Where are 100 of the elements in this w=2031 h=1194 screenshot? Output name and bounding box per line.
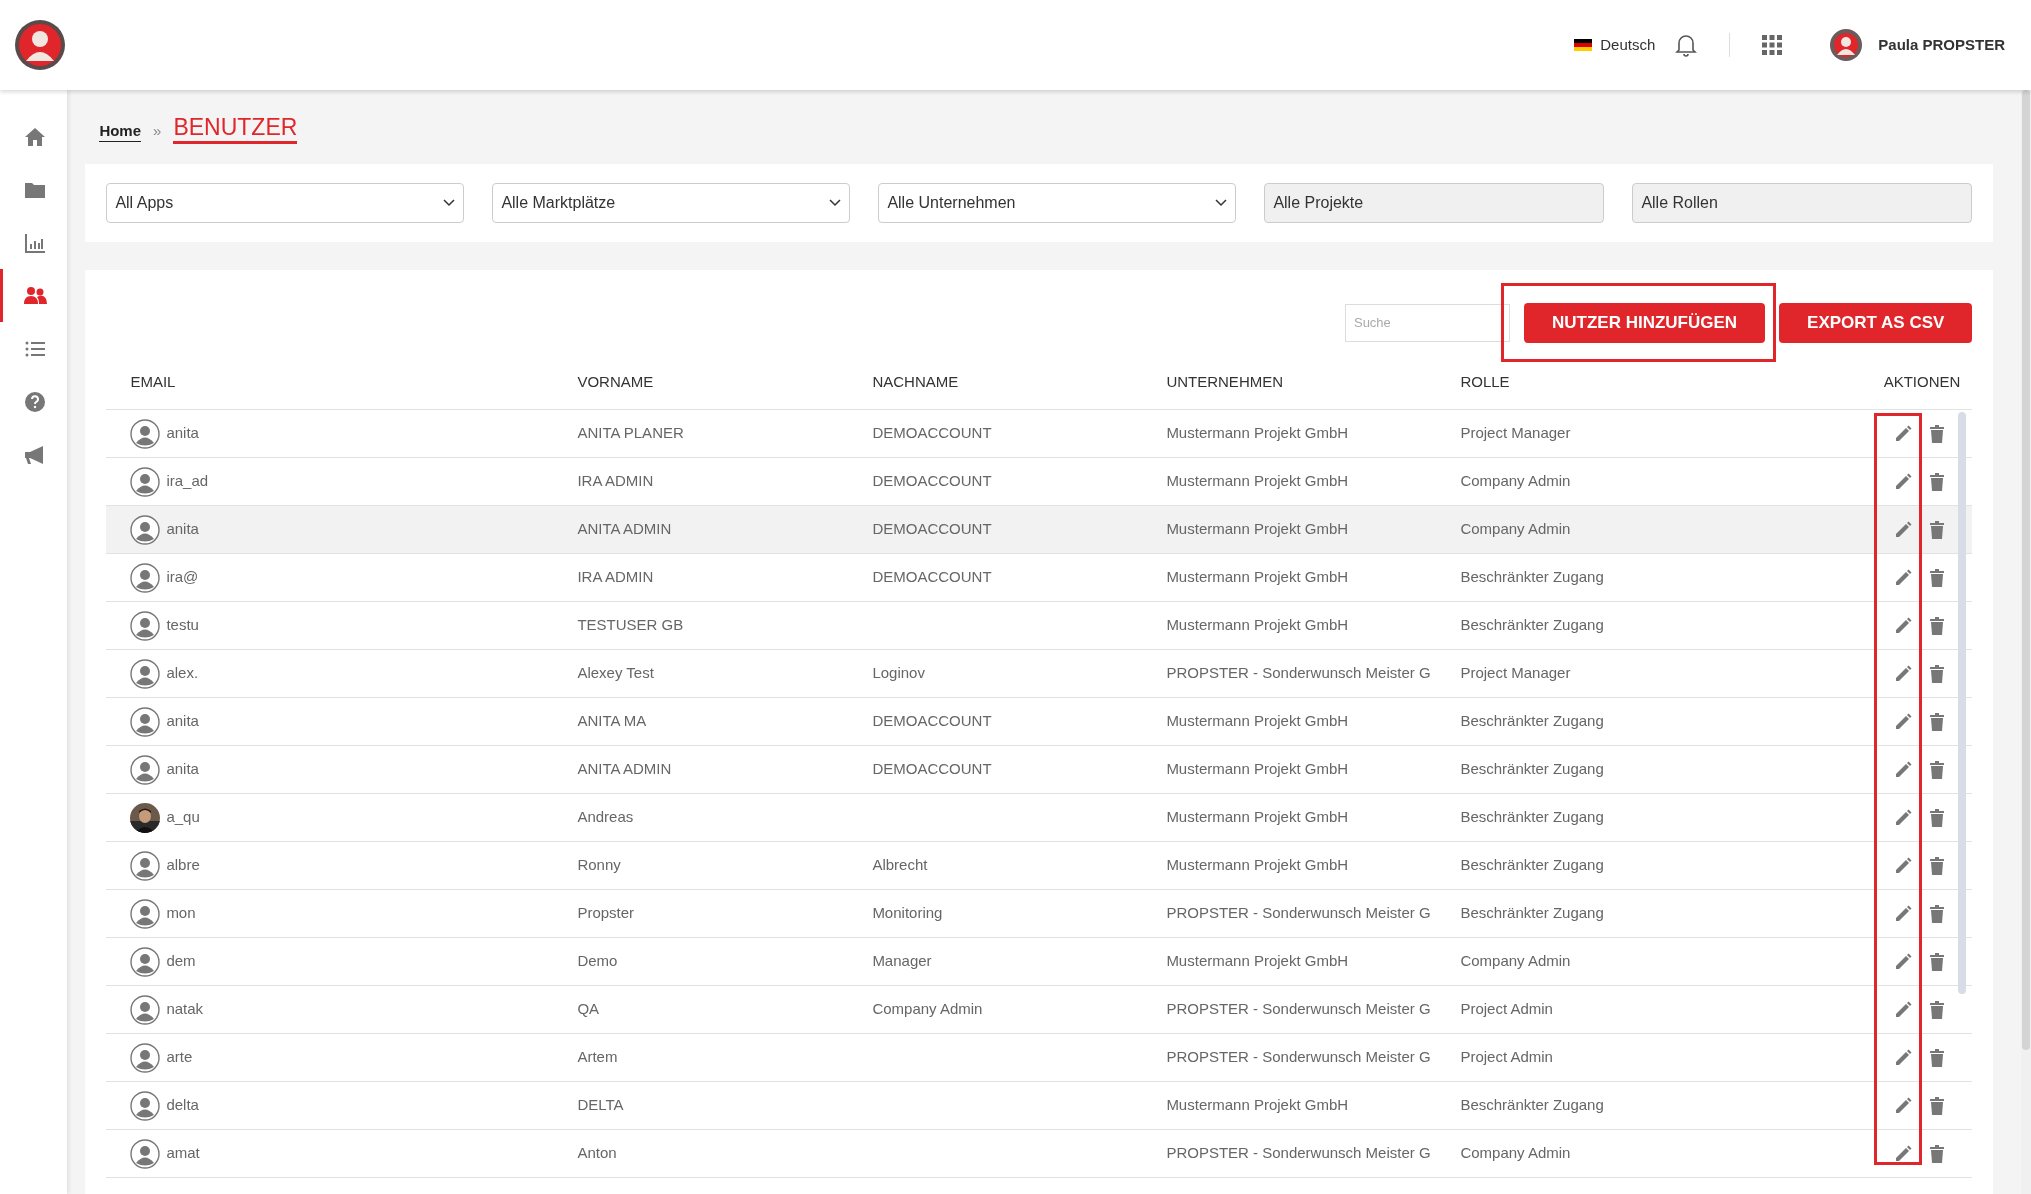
column-header[interactable]: UNTERNEHMEN <box>1158 371 1453 394</box>
page-scrollbar-thumb[interactable] <box>2022 90 2031 1050</box>
table-cell: Albrecht <box>872 856 928 874</box>
table-cell: Beschränkter Zugang <box>1460 712 1604 730</box>
trash-icon[interactable] <box>1930 424 1945 443</box>
edit-pencil-icon[interactable] <box>1894 1144 1913 1163</box>
breadcrumb-separator: » <box>153 120 162 141</box>
trash-icon[interactable] <box>1930 616 1945 635</box>
table-cell: Mustermann Projekt GmbH <box>1166 424 1349 442</box>
email-cell-text: ira@ <box>166 567 199 588</box>
table-cell: Beschränkter Zugang <box>1460 616 1604 634</box>
edit-pencil-icon[interactable] <box>1894 1096 1913 1115</box>
trash-icon[interactable] <box>1930 760 1945 779</box>
table-cell: Loginov <box>872 664 925 682</box>
email-cell-text: delta <box>166 1095 199 1116</box>
email-cell-text: ira_ad <box>166 471 209 492</box>
trash-icon[interactable] <box>1930 1000 1945 1019</box>
email-cell-text: arte <box>166 1047 193 1068</box>
column-header[interactable]: EMAIL <box>106 371 570 394</box>
column-header[interactable]: ROLLE <box>1452 371 1803 394</box>
trash-icon[interactable] <box>1930 712 1945 731</box>
user-avatar-icon <box>130 562 161 593</box>
edit-pencil-icon[interactable] <box>1894 1000 1913 1019</box>
table-cell: Mustermann Projekt GmbH <box>1166 712 1349 730</box>
table-cell: IRA ADMIN <box>577 472 654 490</box>
edit-pencil-icon[interactable] <box>1894 568 1913 587</box>
user-avatar-icon <box>130 850 161 881</box>
table-cell: Ronny <box>577 856 621 874</box>
add-user-button[interactable]: NUTZER HINZUFÜGEN <box>1523 302 1766 343</box>
email-cell-text: anita <box>166 711 199 732</box>
column-header[interactable]: NACHNAME <box>864 371 1159 394</box>
table-cell: QA <box>577 1000 600 1018</box>
user-avatar-icon <box>130 1138 161 1169</box>
logo-icon[interactable] <box>14 19 66 71</box>
edit-pencil-icon[interactable] <box>1894 424 1913 443</box>
apps-grid-icon[interactable] <box>1762 35 1783 55</box>
chevron-down-icon <box>1215 199 1228 207</box>
filter-dropdown[interactable]: Alle Marktplätze <box>492 183 851 223</box>
filter-dropdown[interactable]: All Apps <box>106 183 465 223</box>
table-cell: Project Manager <box>1460 664 1571 682</box>
table-cell: Andreas <box>577 808 634 826</box>
table-cell: Mustermann Projekt GmbH <box>1166 1096 1349 1114</box>
user-avatar-icon[interactable] <box>1830 29 1863 61</box>
filter-input[interactable]: Alle Projekte <box>1264 183 1605 223</box>
export-csv-button[interactable]: EXPORT AS CSV <box>1779 302 1973 343</box>
table-cell: ANITA ADMIN <box>577 760 672 778</box>
trash-icon[interactable] <box>1930 952 1945 971</box>
edit-pencil-icon[interactable] <box>1894 472 1913 491</box>
user-avatar-icon <box>130 466 161 497</box>
table-cell: Artem <box>577 1048 618 1066</box>
column-header[interactable]: AKTIONEN <box>1802 371 1973 394</box>
edit-pencil-icon[interactable] <box>1894 808 1913 827</box>
table-cell: PROPSTER - Sonderwunsch Meister G <box>1166 664 1431 682</box>
trash-icon[interactable] <box>1930 1048 1945 1067</box>
table-cell: Demo <box>577 952 618 970</box>
breadcrumb-home-link[interactable]: Home <box>99 121 142 142</box>
email-cell-text: a_qu <box>166 807 200 828</box>
email-cell-text: anita <box>166 423 199 444</box>
table-cell: ANITA MA <box>577 712 647 730</box>
user-avatar-icon <box>130 754 161 785</box>
trash-icon[interactable] <box>1930 1096 1945 1115</box>
table-row[interactable]: anita ANITA ADMIN DEMOACCOUNT Mustermann Projekt GmbH Company Admin <box>106 506 1973 554</box>
edit-pencil-icon[interactable] <box>1894 712 1913 731</box>
user-avatar-icon <box>130 418 161 449</box>
scrollbar-thumb[interactable] <box>1958 412 1967 994</box>
edit-pencil-icon[interactable] <box>1894 616 1913 635</box>
trash-icon[interactable] <box>1930 1144 1945 1163</box>
chevron-down-icon <box>443 199 456 207</box>
column-header[interactable]: VORNAME <box>569 371 865 394</box>
trash-icon[interactable] <box>1930 520 1945 539</box>
search-field[interactable]: Suche <box>1344 303 1510 342</box>
table-cell: Mustermann Projekt GmbH <box>1166 520 1349 538</box>
table-cell: Project Admin <box>1460 1000 1553 1018</box>
user-name[interactable]: Paula PROPSTER <box>1878 33 2005 57</box>
trash-icon[interactable] <box>1930 472 1945 491</box>
trash-icon[interactable] <box>1930 904 1945 923</box>
table-cell: Mustermann Projekt GmbH <box>1166 568 1349 586</box>
table-cell: DEMOACCOUNT <box>872 712 992 730</box>
table-cell: DEMOACCOUNT <box>872 472 992 490</box>
edit-pencil-icon[interactable] <box>1894 904 1913 923</box>
filter-input[interactable]: Alle Rollen <box>1632 183 1973 223</box>
table-cell: Beschränkter Zugang <box>1460 568 1604 586</box>
edit-pencil-icon[interactable] <box>1894 856 1913 875</box>
edit-pencil-icon[interactable] <box>1894 664 1913 683</box>
filter-dropdown[interactable]: Alle Unternehmen <box>878 183 1237 223</box>
email-cell-text: dem <box>166 951 196 972</box>
edit-pencil-icon[interactable] <box>1894 952 1913 971</box>
edit-pencil-icon[interactable] <box>1894 520 1913 539</box>
user-avatar-icon <box>130 898 161 929</box>
trash-icon[interactable] <box>1930 856 1945 875</box>
language-selector[interactable]: Deutsch <box>1574 33 1656 57</box>
trash-icon[interactable] <box>1930 664 1945 683</box>
email-cell-text: natak <box>166 999 204 1020</box>
trash-icon[interactable] <box>1930 568 1945 587</box>
trash-icon[interactable] <box>1930 808 1945 827</box>
edit-pencil-icon[interactable] <box>1894 760 1913 779</box>
table-cell: Mustermann Projekt GmbH <box>1166 952 1349 970</box>
edit-pencil-icon[interactable] <box>1894 1048 1913 1067</box>
email-cell-text: anita <box>166 759 199 780</box>
notification-bell-icon[interactable] <box>1675 33 1698 57</box>
